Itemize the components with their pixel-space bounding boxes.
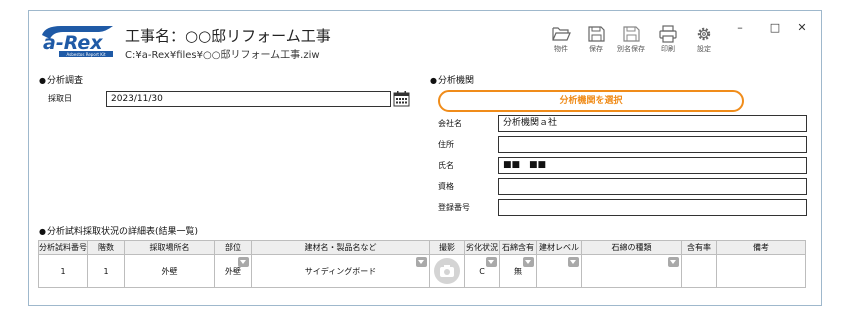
cell-photo[interactable] <box>429 254 465 288</box>
cell-floor[interactable]: 1 <box>87 254 125 288</box>
maximize-button[interactable]: □ <box>768 21 782 34</box>
col-type: 石綿の種類 <box>581 240 682 255</box>
details-heading: 分析試料採取状況の詳細表(結果一覧) <box>39 224 198 237</box>
chevron-down-icon[interactable] <box>668 257 679 267</box>
sample-date-label: 採取日 <box>48 94 72 103</box>
svg-text:Asbestos Report Kit: Asbestos Report Kit <box>66 52 106 57</box>
sample-date-input[interactable]: 2023/11/30 <box>106 91 391 107</box>
app-window: a-Rex Asbestos Report Kit 工事名：○○邸リフォーム工事… <box>28 10 822 306</box>
property-button[interactable]: 物件 <box>546 25 576 54</box>
chevron-down-icon[interactable] <box>523 257 534 267</box>
cell-rate[interactable] <box>681 254 717 288</box>
close-button[interactable]: ✕ <box>795 21 809 34</box>
cell-note[interactable] <box>716 254 806 288</box>
col-location: 採取場所名 <box>124 240 215 255</box>
col-material: 建材名・製品名など <box>251 240 430 255</box>
settings-button[interactable]: 設定 <box>689 25 719 54</box>
file-path: C:¥a-Rex¥files¥○○邸リフォーム工事.ziw <box>125 50 320 61</box>
save-as-icon <box>623 26 640 42</box>
chevron-down-icon[interactable] <box>416 257 427 267</box>
minimize-button[interactable]: – <box>733 21 747 34</box>
condition-value: C <box>479 266 485 276</box>
qualification-input[interactable] <box>498 178 807 195</box>
save-button[interactable]: 保存 <box>581 25 611 54</box>
col-sample-no: 分析試料番号 <box>38 240 88 255</box>
company-label: 会社名 <box>438 119 462 128</box>
select-agency-button[interactable]: 分析機関を選択 <box>438 90 744 112</box>
cell-location[interactable]: 外壁 <box>124 254 215 288</box>
cell-sample-no[interactable]: 1 <box>38 254 88 288</box>
cell-material[interactable]: サイディングボード <box>251 254 430 288</box>
name-label: 氏名 <box>438 161 454 170</box>
a-rex-logo: a-Rex Asbestos Report Kit <box>42 26 113 57</box>
chevron-down-icon[interactable] <box>238 257 249 267</box>
asbestos-value: 無 <box>514 266 522 276</box>
registration-label: 登録番号 <box>438 203 470 212</box>
survey-heading: 分析調査 <box>39 73 83 86</box>
material-value: サイディングボード <box>304 266 377 276</box>
calendar-icon[interactable] <box>393 90 410 107</box>
address-label: 住所 <box>438 140 454 149</box>
table-row[interactable]: 1 1 外壁 外壁 サイディングボード C 無 <box>38 254 806 288</box>
save-as-button[interactable]: 別名保存 <box>616 25 646 54</box>
gear-icon <box>697 27 711 41</box>
company-input[interactable]: 分析機関ａ社 <box>498 115 807 132</box>
name-input[interactable]: ■■ ■■ <box>498 157 807 174</box>
qualification-label: 資格 <box>438 182 454 191</box>
part-value: 外壁 <box>225 266 241 276</box>
svg-text:a-Rex: a-Rex <box>43 32 103 54</box>
chevron-down-icon[interactable] <box>568 257 579 267</box>
print-icon <box>659 25 677 43</box>
camera-icon[interactable] <box>433 257 461 285</box>
agency-heading: 分析機関 <box>430 73 474 86</box>
col-floor: 階数 <box>87 240 125 255</box>
col-note: 備考 <box>716 240 806 255</box>
cell-condition[interactable]: C <box>464 254 500 288</box>
col-part: 部位 <box>214 240 252 255</box>
col-condition: 劣化状況 <box>464 240 500 255</box>
cell-type[interactable] <box>581 254 682 288</box>
details-table: 分析試料番号 階数 採取場所名 部位 建材名・製品名など 撮影 劣化状況 石綿含… <box>38 240 806 288</box>
chevron-down-icon[interactable] <box>486 257 497 267</box>
col-level: 建材レベル <box>536 240 582 255</box>
table-header-row: 分析試料番号 階数 採取場所名 部位 建材名・製品名など 撮影 劣化状況 石綿含… <box>38 240 806 255</box>
cell-part[interactable]: 外壁 <box>214 254 252 288</box>
save-icon <box>588 26 605 42</box>
print-button[interactable]: 印刷 <box>653 25 683 54</box>
folder-open-icon <box>552 27 571 41</box>
registration-input[interactable] <box>498 199 807 216</box>
col-rate: 含有率 <box>681 240 717 255</box>
cell-asbestos[interactable]: 無 <box>499 254 537 288</box>
col-asbestos: 石綿含有 <box>499 240 537 255</box>
cell-level[interactable] <box>536 254 582 288</box>
col-photo: 撮影 <box>429 240 465 255</box>
project-title: 工事名：○○邸リフォーム工事 <box>125 27 331 45</box>
address-input[interactable] <box>498 136 807 153</box>
